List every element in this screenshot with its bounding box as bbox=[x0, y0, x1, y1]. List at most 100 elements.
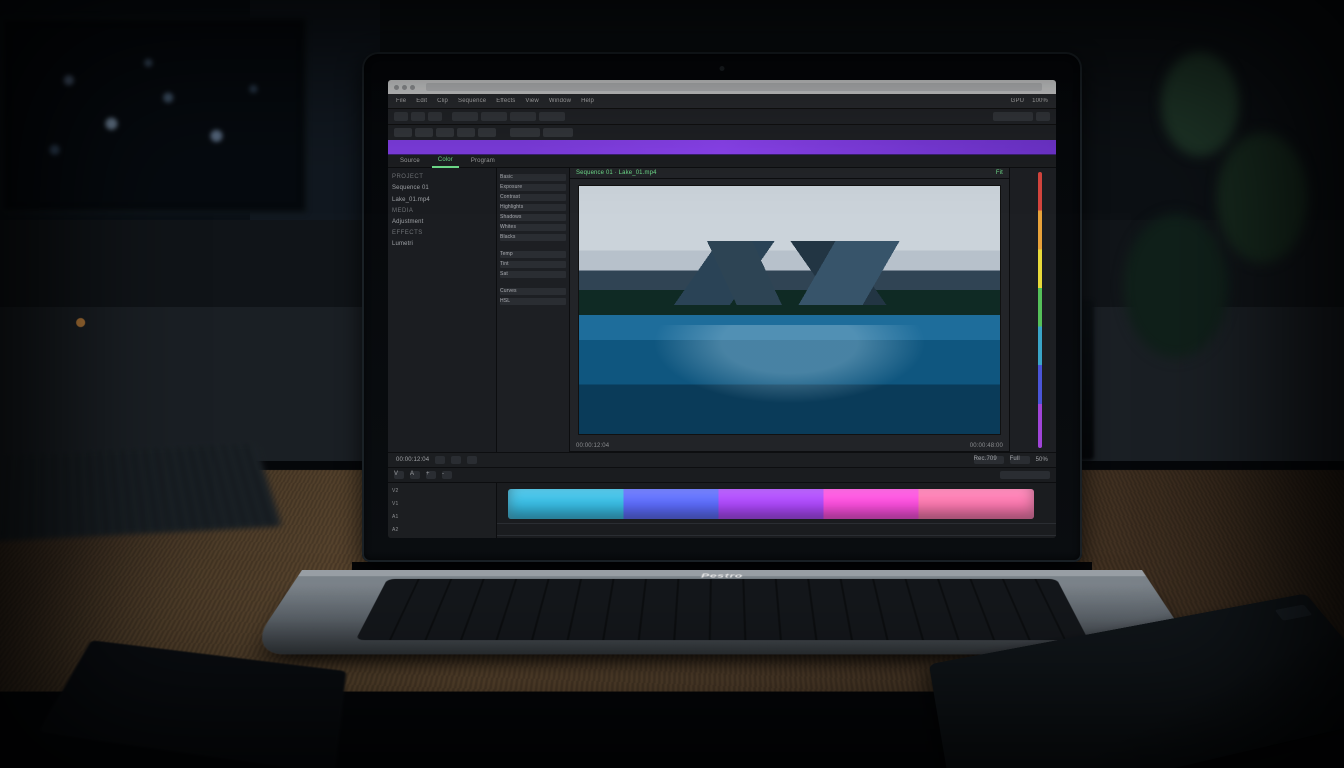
project-item[interactable]: Adjustment bbox=[392, 218, 492, 226]
prop-row[interactable]: Curves bbox=[500, 288, 566, 295]
prop-row[interactable]: Whites bbox=[500, 224, 566, 231]
section-title: Effects bbox=[392, 230, 492, 236]
window-dot-icon[interactable] bbox=[402, 85, 407, 90]
gear-icon[interactable] bbox=[1036, 112, 1050, 121]
preview-image-lake bbox=[579, 186, 1000, 434]
plant bbox=[1104, 0, 1344, 520]
program-monitor[interactable] bbox=[578, 185, 1001, 435]
tool-button[interactable] bbox=[452, 112, 478, 121]
laptop-brand: Pestro bbox=[701, 573, 743, 579]
tab-program[interactable]: Program bbox=[465, 155, 501, 167]
viewer-fit[interactable]: Fit bbox=[996, 170, 1003, 176]
step-back-icon[interactable] bbox=[435, 456, 445, 464]
track-divider bbox=[497, 523, 1056, 524]
scopes-panel bbox=[1009, 168, 1056, 452]
project-item[interactable]: Lake_01.mp4 bbox=[392, 196, 492, 204]
prop-row[interactable]: HSL bbox=[500, 298, 566, 305]
timecode: 00:00:12:04 bbox=[396, 457, 429, 463]
window-dot-icon[interactable] bbox=[410, 85, 415, 90]
tool-button[interactable] bbox=[457, 128, 475, 137]
timecode-out: 00:00:48:00 bbox=[970, 443, 1003, 449]
tool-button[interactable] bbox=[428, 112, 442, 121]
status-zoom: 100% bbox=[1032, 98, 1048, 104]
tool-button[interactable] bbox=[478, 128, 496, 137]
tool-button[interactable] bbox=[394, 112, 408, 121]
prop-row[interactable]: Blacks bbox=[500, 234, 566, 241]
track-label[interactable]: A1 bbox=[392, 514, 492, 520]
prop-row[interactable]: Sat bbox=[500, 271, 566, 278]
workspace: Project Sequence 01 Lake_01.mp4 Media Ad… bbox=[388, 168, 1056, 452]
section-title: Project bbox=[392, 174, 492, 180]
zoom-in-icon[interactable]: + bbox=[426, 471, 436, 479]
tool-button[interactable] bbox=[481, 112, 507, 121]
play-icon[interactable] bbox=[451, 456, 461, 464]
track-headers: V2 V1 A1 A2 bbox=[388, 483, 497, 538]
timeline-panel: V A + - V2 V1 A1 A2 bbox=[388, 467, 1056, 538]
transport-bar: 00:00:12:04 Rec.709 Full 50% bbox=[388, 452, 1056, 467]
transport-chip[interactable]: Rec.709 bbox=[974, 456, 1004, 464]
track-label[interactable]: A2 bbox=[392, 527, 492, 533]
window-dot-icon[interactable] bbox=[394, 85, 399, 90]
laptop: File Edit Clip Sequence Effects View Win… bbox=[362, 52, 1082, 740]
notebook-badge bbox=[1275, 605, 1313, 621]
timeline-toolbar: V A + - bbox=[388, 468, 1056, 483]
menu-help[interactable]: Help bbox=[581, 98, 594, 104]
transport-chip[interactable]: Full bbox=[1010, 456, 1030, 464]
status-gpu: GPU bbox=[1011, 98, 1024, 104]
tab-color[interactable]: Color bbox=[432, 154, 459, 168]
track-divider bbox=[497, 535, 1056, 536]
tool-button[interactable] bbox=[436, 128, 454, 137]
timeline-clip[interactable] bbox=[508, 489, 1033, 519]
menu-seq[interactable]: Sequence bbox=[458, 98, 486, 104]
workspace-dropdown[interactable] bbox=[993, 112, 1033, 121]
browser-chrome bbox=[388, 80, 1056, 94]
toolbar-primary bbox=[388, 108, 1056, 124]
menu-window[interactable]: Window bbox=[549, 98, 571, 104]
workspace-tab-strip[interactable] bbox=[388, 140, 1056, 155]
address-bar[interactable] bbox=[426, 83, 1042, 91]
menu-view[interactable]: View bbox=[525, 98, 538, 104]
viewer-breadcrumb: Sequence 01 · Lake_01.mp4 Fit bbox=[570, 168, 1009, 179]
tl-tool[interactable]: A bbox=[410, 471, 420, 479]
tool-button[interactable] bbox=[394, 128, 412, 137]
prop-row[interactable]: Contrast bbox=[500, 194, 566, 201]
laptop-lid: File Edit Clip Sequence Effects View Win… bbox=[362, 52, 1082, 562]
external-monitor bbox=[0, 16, 308, 214]
tool-button[interactable] bbox=[543, 128, 573, 137]
tool-button[interactable] bbox=[415, 128, 433, 137]
hue-strip[interactable] bbox=[1038, 172, 1042, 448]
tool-button[interactable] bbox=[411, 112, 425, 121]
tool-button[interactable] bbox=[510, 112, 536, 121]
track-label[interactable]: V1 bbox=[392, 501, 492, 507]
zoom-level[interactable]: 50% bbox=[1036, 457, 1048, 463]
project-item[interactable]: Sequence 01 bbox=[392, 184, 492, 192]
menu-clip[interactable]: Clip bbox=[437, 98, 448, 104]
menu-edit[interactable]: Edit bbox=[416, 98, 427, 104]
step-fwd-icon[interactable] bbox=[467, 456, 477, 464]
tl-chip[interactable] bbox=[1000, 471, 1050, 479]
panel-tabs: Source Color Program bbox=[388, 155, 1056, 168]
timeline-tracks[interactable] bbox=[497, 483, 1056, 538]
tool-button[interactable] bbox=[539, 112, 565, 121]
prop-row[interactable]: Exposure bbox=[500, 184, 566, 191]
menu-bar: File Edit Clip Sequence Effects View Win… bbox=[388, 94, 1056, 108]
tl-tool[interactable]: V bbox=[394, 471, 404, 479]
prop-row[interactable]: Highlights bbox=[500, 204, 566, 211]
viewer-footer: 00:00:12:04 00:00:48:00 bbox=[570, 441, 1009, 452]
section-title: Media bbox=[392, 208, 492, 214]
zoom-out-icon[interactable]: - bbox=[442, 471, 452, 479]
prop-row[interactable]: Basic bbox=[500, 174, 566, 181]
track-label[interactable]: V2 bbox=[392, 488, 492, 494]
breadcrumb: Sequence 01 · Lake_01.mp4 bbox=[576, 170, 657, 176]
toolbar-secondary bbox=[388, 124, 1056, 140]
prop-row[interactable]: Temp bbox=[500, 251, 566, 258]
desk-scene-photo: File Edit Clip Sequence Effects View Win… bbox=[0, 0, 1344, 768]
properties-panel: Basic Exposure Contrast Highlights Shado… bbox=[497, 168, 570, 452]
prop-row[interactable]: Tint bbox=[500, 261, 566, 268]
project-item[interactable]: Lumetri bbox=[392, 240, 492, 248]
prop-row[interactable]: Shadows bbox=[500, 214, 566, 221]
tab-source[interactable]: Source bbox=[394, 155, 426, 167]
tool-button[interactable] bbox=[510, 128, 540, 137]
menu-file[interactable]: File bbox=[396, 98, 406, 104]
menu-fx[interactable]: Effects bbox=[496, 98, 515, 104]
